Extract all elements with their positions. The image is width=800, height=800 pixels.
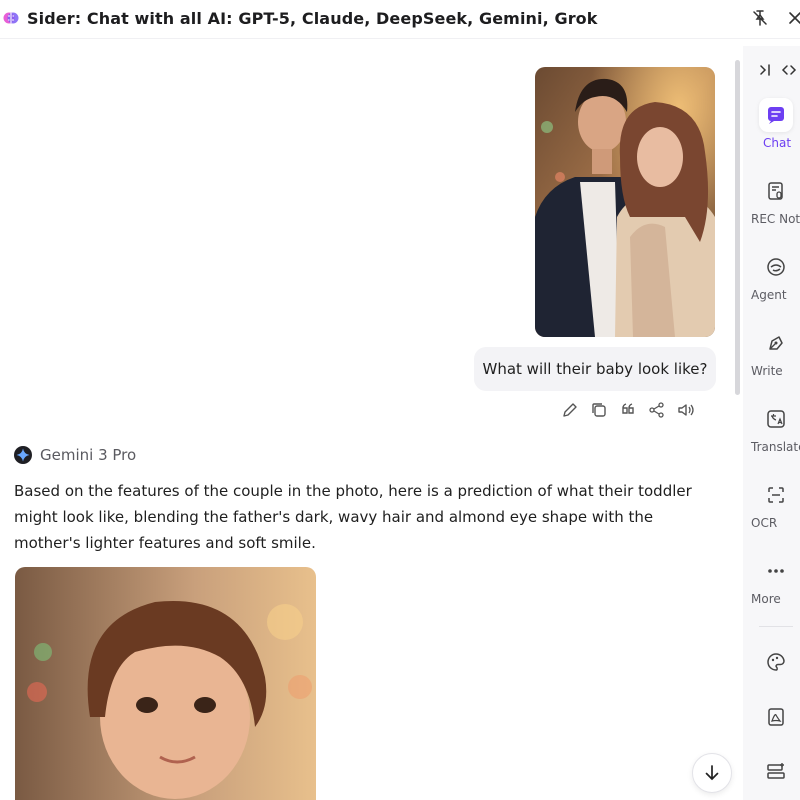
scroll-to-bottom-button[interactable] [692,753,732,793]
model-name: Gemini 3 Pro [40,446,137,464]
more-icon [759,554,793,588]
unpin-icon [753,10,767,26]
sidebar-item-translate[interactable]: Translate [743,402,800,454]
arrow-down-icon [705,765,719,781]
rec-note-icon [759,174,793,208]
quote-icon [622,403,634,414]
edit-button[interactable] [560,400,580,420]
user-message-bubble: What will their baby look like? [474,347,716,391]
chat-scrollbar[interactable] [735,60,740,395]
sidebar-item-label: Write [751,364,783,378]
window-title: Sider: Chat with all AI: GPT-5, Claude, … [27,9,598,28]
pdf-icon [768,708,784,726]
quote-button[interactable] [618,400,638,420]
model-header: Gemini 3 Pro [14,446,136,464]
collapse-sidebar-button[interactable] [757,62,773,82]
chat-icon [759,98,793,132]
right-sidebar: Chat REC Note Agent Write Translate OCR [743,46,800,800]
assistant-answer-text: Based on the features of the couple in t… [14,482,692,552]
edit-icon [563,403,577,417]
sidebar-divider [759,626,793,627]
message-actions [560,400,696,420]
pdf-tool-button[interactable] [759,700,793,734]
sidebar-item-label: REC Note [751,212,800,226]
ocr-icon [759,478,793,512]
sidebar-item-label: Translate [751,440,800,454]
gemini-icon [14,446,32,464]
sidebar-item-write[interactable]: Write [743,326,800,378]
close-button[interactable] [785,8,800,28]
palette-tool-button[interactable] [759,645,793,679]
sider-logo-icon [3,12,19,24]
layout-add-icon [767,763,785,779]
share-icon [649,402,664,418]
write-icon [759,326,793,360]
sidebar-item-label: OCR [751,516,778,530]
code-icon [781,65,797,75]
sidebar-item-rec-note[interactable]: REC Note [743,174,800,226]
close-icon [789,12,800,24]
read-aloud-button[interactable] [676,400,696,420]
copy-button[interactable] [589,400,609,420]
sidebar-item-ocr[interactable]: OCR [743,478,800,530]
sidebar-top-controls [757,62,797,82]
sidebar-item-agent[interactable]: Agent [743,250,800,302]
layout-add-tool-button[interactable] [759,754,793,788]
translate-icon [759,402,793,436]
user-message-text: What will their baby look like? [482,360,708,378]
unpin-button[interactable] [750,8,770,28]
generated-image[interactable] [15,567,316,800]
sidebar-item-label: Chat [763,136,792,150]
user-uploaded-photo[interactable] [535,67,715,337]
sidebar-item-label: Agent [751,288,787,302]
sidebar-item-more[interactable]: More [743,554,800,606]
collapse-icon [760,64,770,76]
code-view-button[interactable] [781,62,797,82]
couple-photo-image [535,67,715,337]
palette-icon [767,653,785,671]
speaker-icon [678,404,694,416]
share-button[interactable] [647,400,667,420]
copy-icon [592,403,606,417]
agent-icon [759,250,793,284]
sidebar-item-label: More [751,592,781,606]
baby-photo-image [15,567,316,800]
sidebar-item-chat[interactable]: Chat [743,98,800,150]
title-bar: Sider: Chat with all AI: GPT-5, Claude, … [0,0,800,39]
